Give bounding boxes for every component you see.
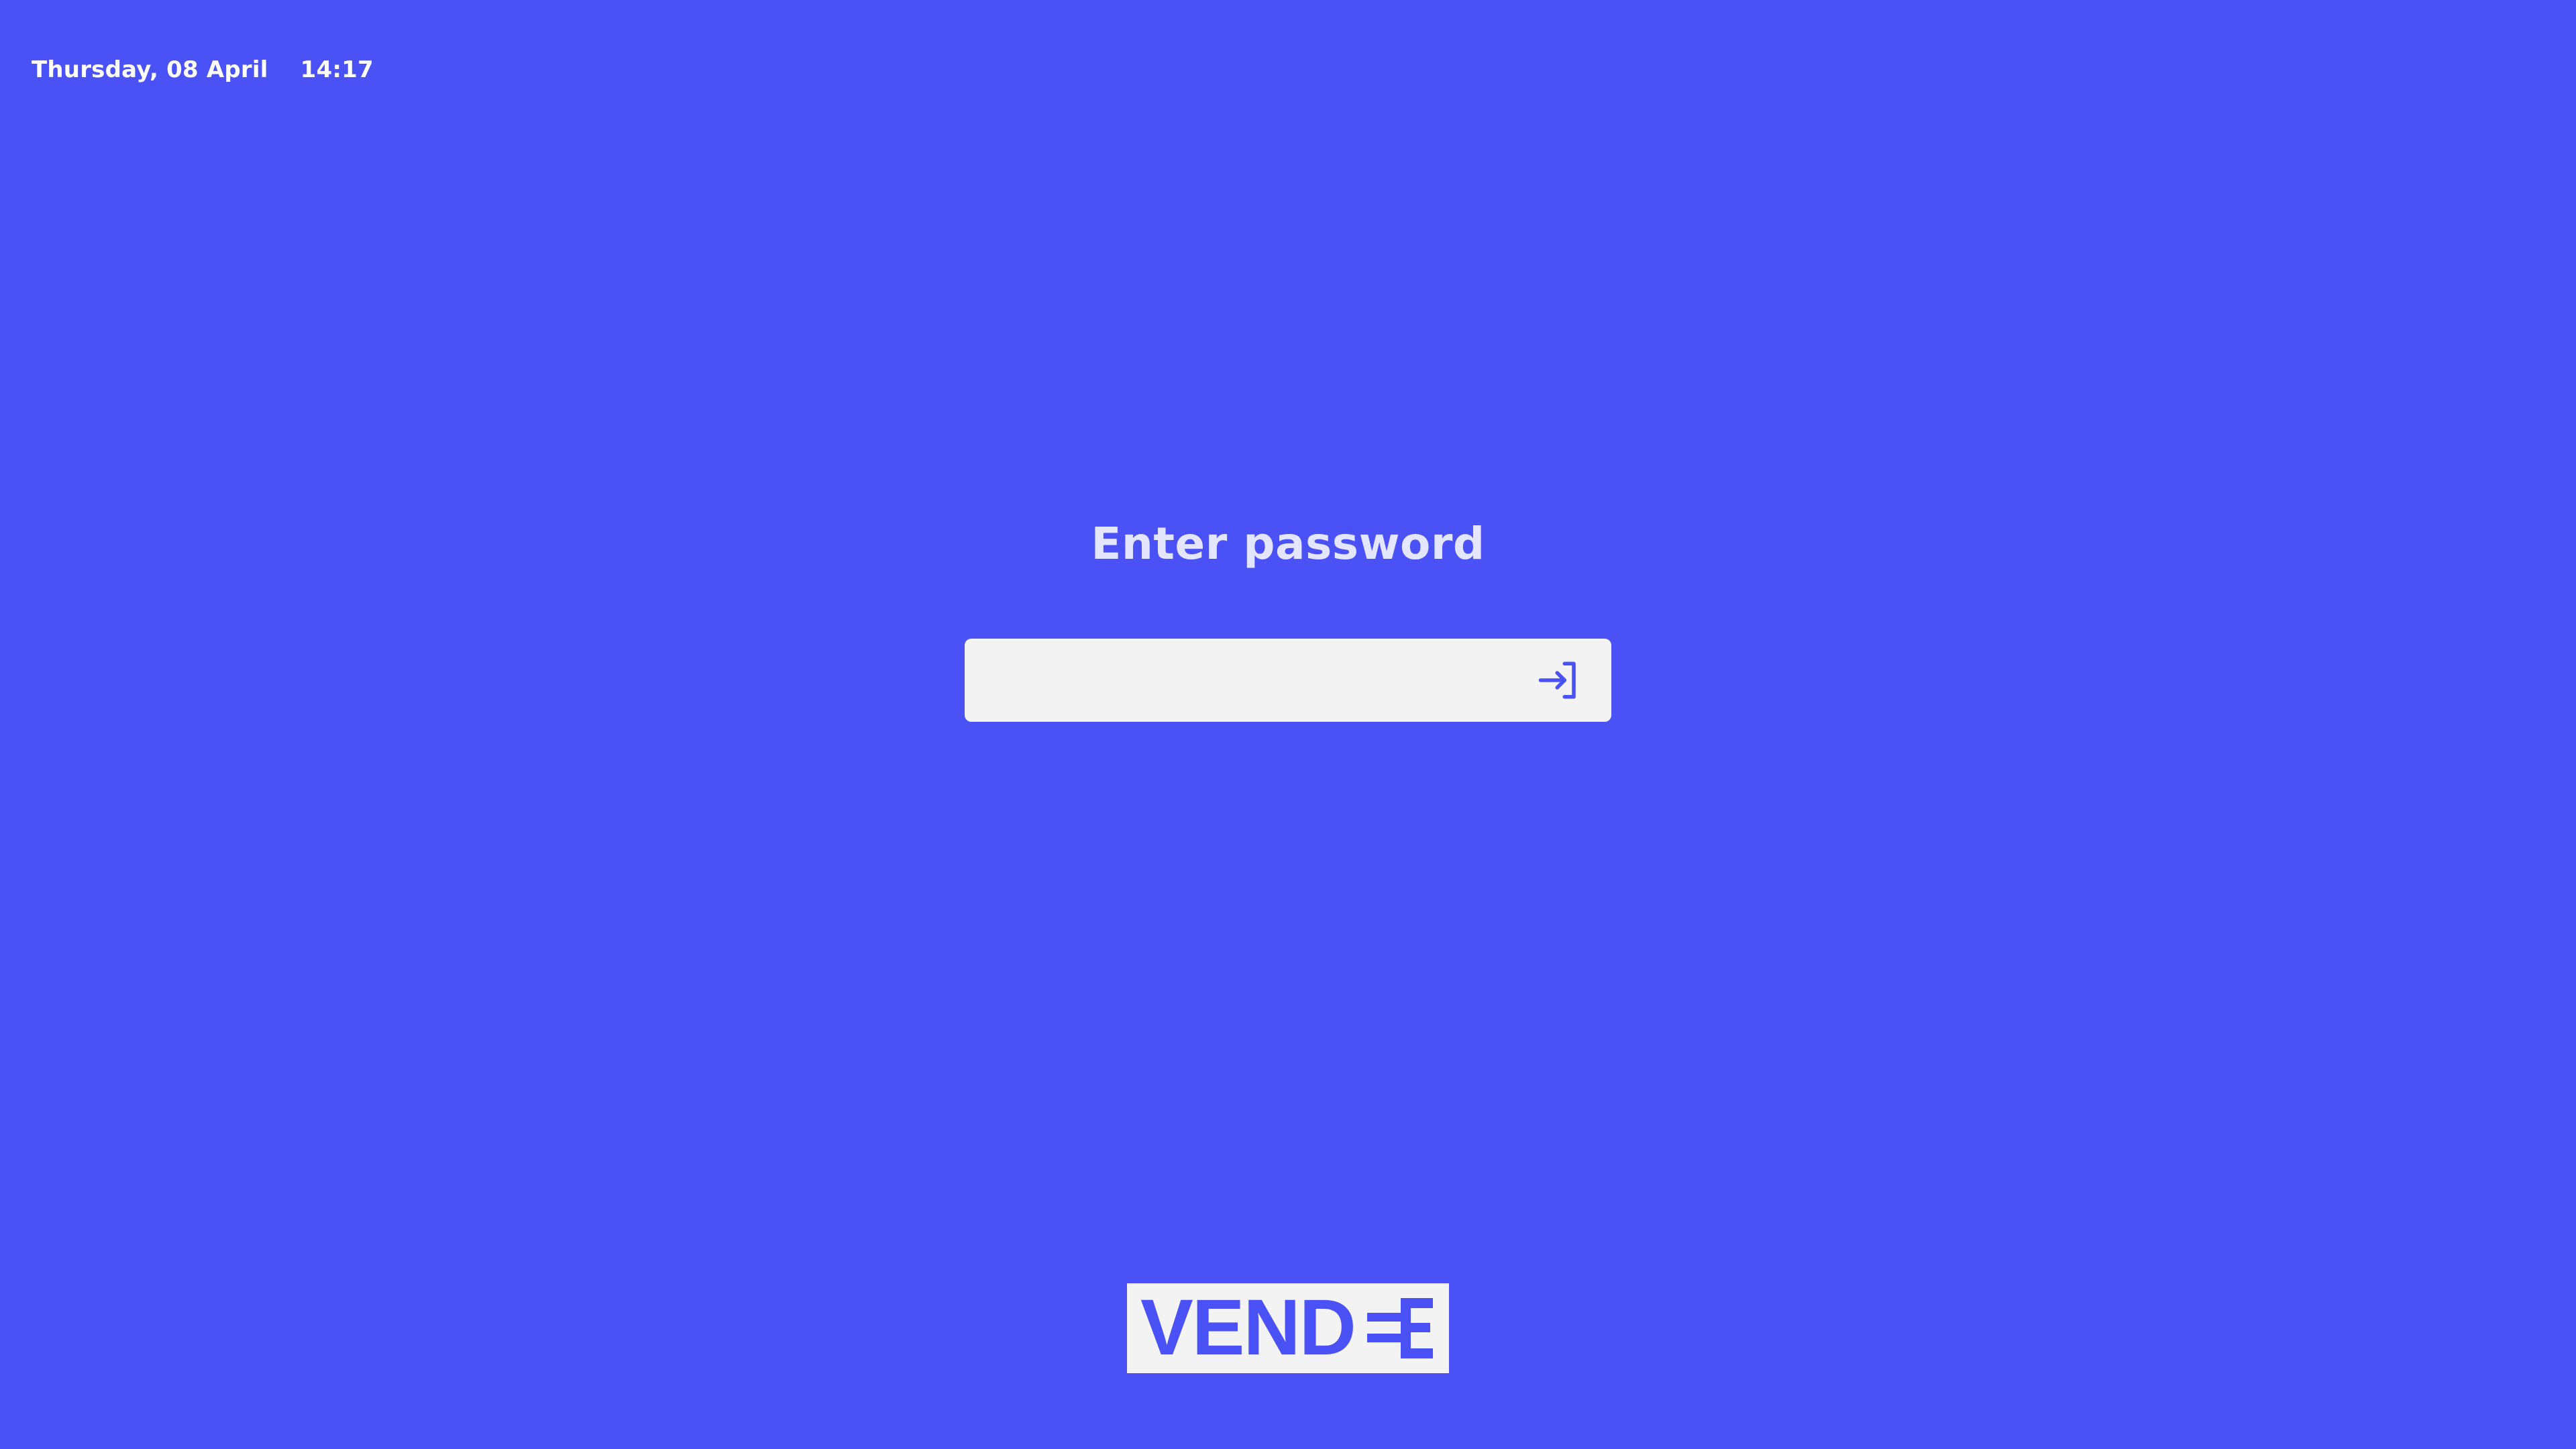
page-title: Enter password: [1091, 518, 1485, 570]
password-input[interactable]: [965, 639, 1525, 722]
status-bar: Thursday, 08 April 14:17: [32, 56, 374, 83]
password-field-container: [965, 639, 1611, 722]
svg-text:VEND: VEND: [1140, 1291, 1355, 1365]
current-date: Thursday, 08 April: [32, 56, 268, 83]
logo-wordmark: VEND: [1140, 1291, 1433, 1365]
current-time: 14:17: [300, 56, 374, 83]
vendee-logo: VEND: [1127, 1283, 1449, 1373]
login-arrow-icon: [1538, 661, 1576, 699]
login-button[interactable]: [1525, 639, 1593, 722]
